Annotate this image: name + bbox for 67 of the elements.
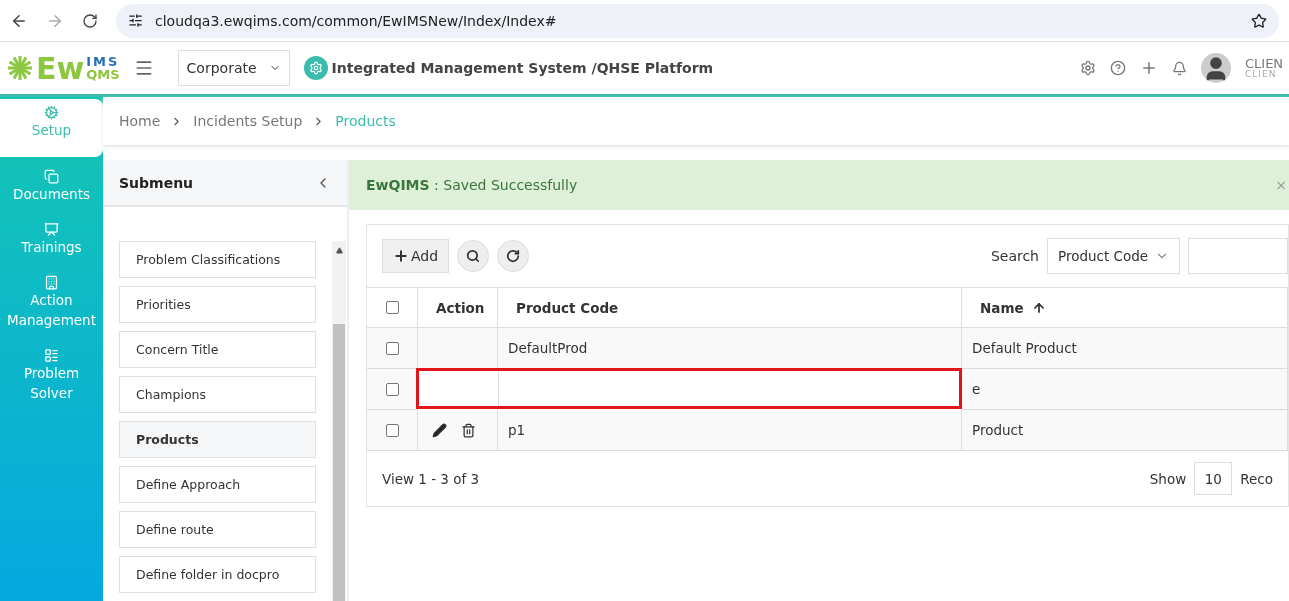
gear-badge-icon (303, 56, 328, 80)
address-bar[interactable]: cloudqa3.ewqims.com/common/EwIMSNew/Index/Index# (116, 3, 1279, 38)
select-all-checkbox[interactable] (385, 301, 399, 314)
submenu-item[interactable]: Products (119, 421, 316, 458)
breadcrumb-link[interactable]: Home (119, 113, 161, 129)
submenu-title: Submenu (119, 174, 194, 191)
alert-message: EwQIMS : Saved Successfully (366, 177, 578, 193)
sunburst-icon (6, 54, 34, 82)
copy-icon (44, 169, 59, 184)
logo-text: QMS (86, 68, 120, 81)
site-settings-icon[interactable] (128, 13, 143, 28)
table-cell: e (962, 369, 1288, 410)
records-label: Reco (1240, 470, 1273, 487)
submenu-item[interactable]: Concern Title (119, 331, 316, 368)
submenu-item[interactable]: Define route (119, 511, 316, 548)
table-cell: Default Product (962, 328, 1288, 369)
gears-icon (44, 105, 59, 120)
search-icon (466, 249, 481, 263)
search-field[interactable] (1188, 238, 1288, 274)
refresh-icon (506, 249, 521, 263)
refresh-button[interactable] (497, 240, 530, 272)
board-icon (44, 348, 59, 363)
building-icon (44, 275, 59, 290)
sort-ascending-icon (1031, 300, 1046, 315)
bookmark-star-icon[interactable] (1251, 12, 1267, 29)
scroll-thumb[interactable] (333, 324, 345, 601)
table-cell: Product (962, 410, 1288, 451)
settings-icon[interactable] (1080, 60, 1096, 76)
scroll-up-icon[interactable] (335, 247, 343, 254)
url-text: cloudqa3.ewqims.com/common/EwIMSNew/Index/Index# (155, 12, 557, 29)
column-header[interactable]: Product Code (498, 288, 962, 328)
submenu-item[interactable]: Define folder in docpro (119, 556, 316, 593)
row-checkbox[interactable] (385, 382, 399, 396)
search-button[interactable] (457, 240, 490, 272)
submenu-item[interactable]: Define Approach (119, 466, 316, 503)
presentation-icon (44, 222, 59, 237)
edit-icon[interactable] (432, 422, 447, 438)
column-header[interactable]: Name (962, 288, 1288, 328)
plus-icon (393, 248, 409, 264)
reload-icon[interactable] (82, 12, 98, 29)
search-column-select[interactable]: Product Code (1047, 238, 1180, 274)
delete-icon[interactable] (461, 422, 476, 438)
help-icon[interactable] (1110, 60, 1126, 76)
bell-icon[interactable] (1172, 60, 1187, 76)
organization-select[interactable]: Corporate (177, 50, 290, 86)
logo-text: Ew (36, 50, 85, 86)
logo-text: IMS (86, 55, 120, 68)
table-cell: DefaultProd (498, 328, 962, 369)
add-button[interactable]: Add (382, 239, 450, 273)
submenu-item[interactable]: Problem Classifications (119, 241, 316, 278)
row-checkbox[interactable] (385, 423, 399, 437)
show-label: Show (1149, 470, 1187, 487)
scrollbar[interactable] (332, 241, 346, 601)
platform-title: Integrated Management System /QHSE Platform (331, 60, 714, 76)
table-cell: p1 (498, 410, 962, 451)
search-label: Search (990, 248, 1039, 264)
submenu-item[interactable]: Champions (119, 376, 316, 413)
records-info: View 1 - 3 of 3 (382, 470, 480, 487)
avatar-icon[interactable] (1201, 53, 1231, 83)
page-size-field[interactable]: 10 (1194, 462, 1233, 495)
submenu-item[interactable]: Priorities (119, 286, 316, 323)
user-subtitle: CLIEN (1245, 70, 1278, 79)
plus-icon[interactable] (1140, 59, 1158, 77)
breadcrumb-link[interactable]: Incidents Setup (193, 113, 303, 129)
user-name: CLIEN (1245, 57, 1285, 70)
row-checkbox[interactable] (385, 341, 399, 355)
column-header[interactable]: Action (418, 288, 498, 328)
